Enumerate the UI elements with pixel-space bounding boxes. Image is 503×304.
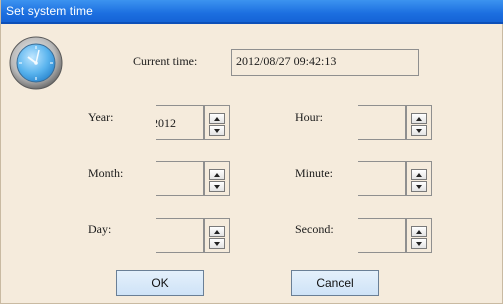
second-stepper (358, 218, 457, 253)
title-bar: Set system time (1, 0, 503, 24)
year-down-button[interactable] (209, 125, 225, 136)
minute-down-button[interactable] (411, 181, 427, 192)
hour-spin (406, 105, 432, 140)
arrow-down-icon (214, 129, 220, 133)
arrow-down-icon (416, 129, 422, 133)
arrow-up-icon (416, 230, 422, 234)
day-label: Day: (88, 222, 112, 236)
day-up-button[interactable] (209, 226, 225, 237)
arrow-down-icon (416, 185, 422, 189)
arrow-up-icon (416, 117, 422, 121)
day-spin (204, 218, 230, 253)
arrow-down-icon (214, 242, 220, 246)
arrow-up-icon (214, 173, 220, 177)
year-up-button[interactable] (209, 113, 225, 124)
hour-up-button[interactable] (411, 113, 427, 124)
hour-down-button[interactable] (411, 125, 427, 136)
cancel-button[interactable]: Cancel (291, 270, 379, 296)
set-system-time-window: Set system time Current time: 2012/08/27… (0, 0, 503, 304)
month-input[interactable]: 8 (156, 161, 204, 196)
current-time-label: Current time: (133, 54, 198, 68)
year-spin (204, 105, 230, 140)
current-time-field: 2012/08/27 09:42:13 (231, 49, 419, 76)
year-stepper: 2012 (156, 105, 255, 140)
second-spin (406, 218, 432, 253)
ok-button[interactable]: OK (116, 270, 204, 296)
arrow-down-icon (416, 242, 422, 246)
second-up-button[interactable] (411, 226, 427, 237)
clock-icon (8, 35, 64, 91)
day-stepper (156, 218, 255, 253)
minute-spin (406, 161, 432, 196)
month-spin (204, 161, 230, 196)
month-up-button[interactable] (209, 169, 225, 180)
arrow-up-icon (214, 230, 220, 234)
second-label: Second: (295, 222, 334, 236)
year-label: Year: (88, 110, 114, 124)
month-down-button[interactable] (209, 181, 225, 192)
day-input[interactable] (156, 218, 204, 253)
minute-up-button[interactable] (411, 169, 427, 180)
hour-label: Hour: (295, 110, 323, 124)
second-down-button[interactable] (411, 238, 427, 249)
month-label: Month: (88, 166, 124, 180)
arrow-up-icon (214, 117, 220, 121)
arrow-down-icon (214, 185, 220, 189)
minute-stepper (358, 161, 457, 196)
year-input[interactable]: 2012 (156, 105, 204, 140)
minute-input[interactable] (358, 161, 406, 196)
minute-label: Minute: (295, 166, 333, 180)
window-title: Set system time (6, 4, 93, 18)
month-stepper: 8 (156, 161, 255, 196)
day-down-button[interactable] (209, 238, 225, 249)
hour-stepper (358, 105, 457, 140)
arrow-up-icon (416, 173, 422, 177)
hour-input[interactable] (358, 105, 406, 140)
second-input[interactable] (358, 218, 406, 253)
